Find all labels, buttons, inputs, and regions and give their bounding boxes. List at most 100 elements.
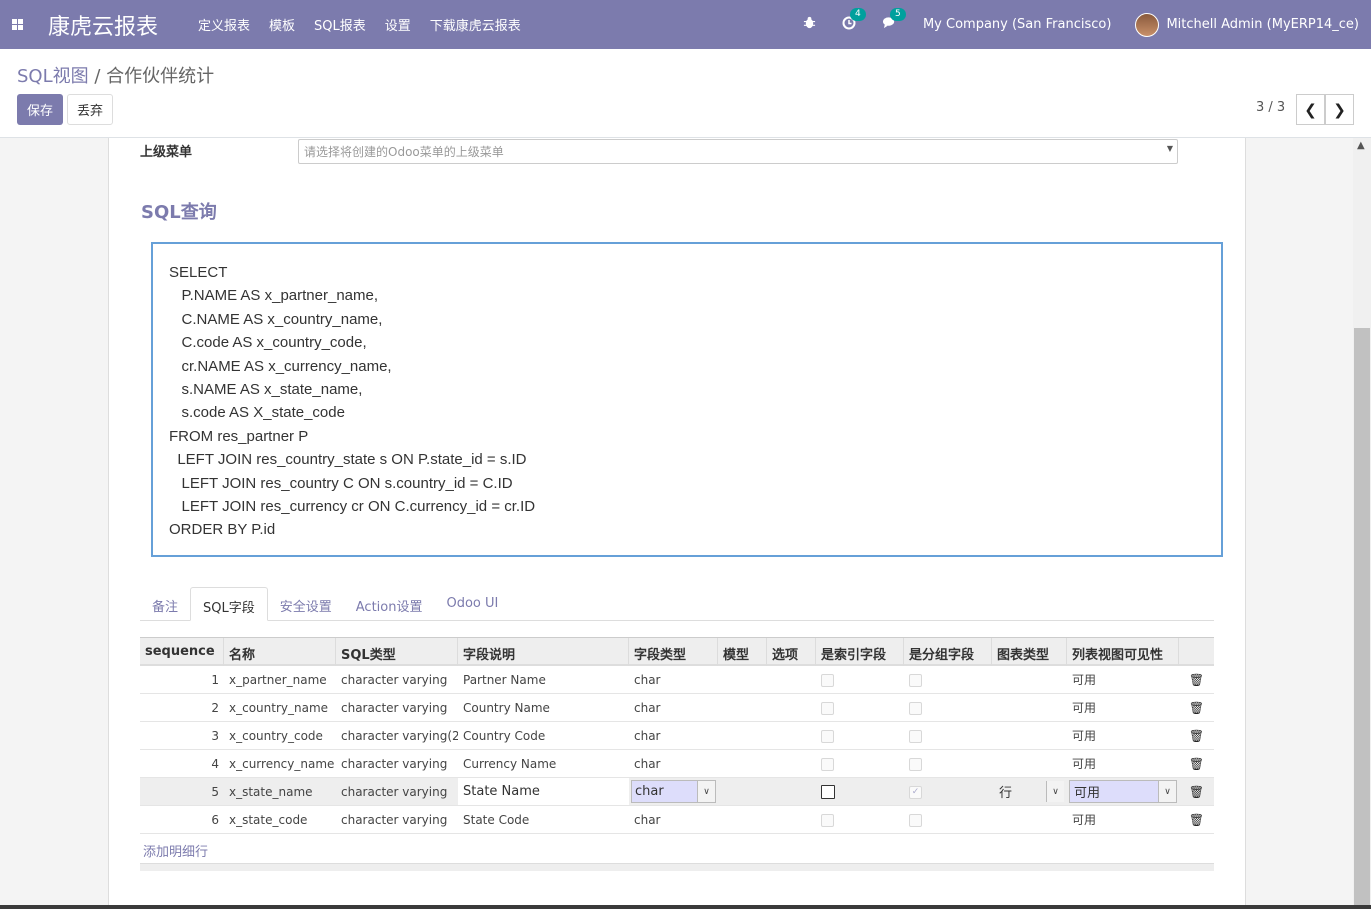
chart-type-select[interactable]: 行 ∨	[994, 780, 1065, 803]
discard-button[interactable]: 丢弃	[67, 94, 113, 125]
tab-notes[interactable]: 备注	[140, 587, 190, 621]
index-checkbox[interactable]	[821, 784, 835, 799]
table-row[interactable]: 1 x_partner_name character varying Partn…	[140, 666, 1214, 694]
pager-prev-button[interactable]: ❮	[1296, 94, 1325, 125]
clock-icon[interactable]: 4	[842, 7, 866, 34]
col-options[interactable]: 选项	[767, 638, 816, 666]
col-field-type[interactable]: 字段类型	[629, 638, 718, 666]
company-switcher[interactable]: My Company (San Francisco)	[923, 17, 1111, 32]
table-row[interactable]: 2 x_country_name character varying Count…	[140, 694, 1214, 722]
cell-visibility: 可用	[1072, 813, 1097, 827]
user-menu[interactable]: Mitchell Admin (MyERP14_ce)	[1166, 17, 1359, 32]
trash-icon[interactable]: 🗑	[1179, 813, 1214, 827]
app-brand[interactable]: 康虎云报表	[48, 9, 158, 41]
description-input[interactable]: State Name	[458, 778, 629, 805]
cell-field-type: char	[634, 700, 661, 715]
table-row[interactable]: 3 x_country_code character varying(2) Co…	[140, 722, 1214, 750]
menu-template[interactable]: 模板	[269, 15, 295, 34]
menu-sql-report[interactable]: SQL报表	[314, 15, 366, 34]
cell-description: Currency Name	[463, 756, 557, 771]
chevron-down-icon: ∨	[1046, 781, 1064, 802]
index-checkbox[interactable]	[821, 673, 834, 687]
group-checkbox[interactable]	[909, 701, 922, 715]
pager-next-button[interactable]: ❯	[1325, 94, 1354, 125]
cell-description: State Code	[463, 812, 530, 827]
trash-icon[interactable]: 🗑	[1179, 729, 1214, 743]
control-panel: SQL视图 / 合作伙伴统计 保存 丢弃 3 / 3 ❮ ❯	[0, 49, 1371, 138]
field-type-select[interactable]: char ∨	[631, 780, 716, 803]
cell-is-group: ✓	[904, 785, 992, 799]
index-checkbox[interactable]	[821, 813, 834, 827]
pager-value[interactable]: 3 / 3	[1256, 100, 1285, 115]
col-name[interactable]: 名称	[224, 638, 336, 666]
menu-settings[interactable]: 设置	[385, 15, 411, 34]
cell-is-index	[816, 813, 904, 827]
tab-odoo-ui[interactable]: Odoo UI	[434, 587, 510, 621]
cell-sql-type: character varying	[341, 672, 448, 687]
cell-is-index	[816, 701, 904, 715]
index-checkbox[interactable]	[821, 729, 834, 743]
col-sql-type[interactable]: SQL类型	[336, 638, 458, 666]
chevron-left-icon: ❮	[1304, 100, 1317, 119]
bug-icon[interactable]	[803, 16, 816, 33]
trash-icon[interactable]: 🗑	[1179, 785, 1214, 799]
col-chart-type[interactable]: 图表类型	[992, 638, 1067, 666]
cell-name: x_currency_name	[229, 756, 335, 771]
chat-icon[interactable]: 5	[882, 8, 906, 33]
col-sequence[interactable]: sequence	[140, 638, 224, 666]
top-navbar: 康虎云报表 定义报表 模板 SQL报表 设置 下载康虎云报表 4 5 My Co…	[0, 0, 1371, 49]
group-checkbox[interactable]	[909, 813, 922, 827]
apps-grid-icon[interactable]	[0, 0, 34, 49]
menu-define-report[interactable]: 定义报表	[198, 15, 250, 34]
col-description[interactable]: 字段说明	[458, 638, 629, 666]
cell-sql-type: character varying	[341, 756, 448, 771]
cell-name: x_state_code	[229, 812, 308, 827]
tab-security[interactable]: 安全设置	[268, 587, 344, 621]
avatar[interactable]	[1135, 12, 1160, 37]
index-checkbox[interactable]	[821, 757, 834, 771]
sql-section-title: SQL查询	[141, 202, 217, 223]
col-list-visibility[interactable]: 列表视图可见性	[1067, 638, 1179, 666]
group-checkbox[interactable]	[909, 673, 922, 687]
col-is-group[interactable]: 是分组字段	[904, 638, 992, 666]
save-button[interactable]: 保存	[17, 94, 63, 125]
notebook-tabs: 备注 SQL字段 安全设置 Action设置 Odoo UI	[140, 587, 1214, 621]
cell-is-group	[904, 757, 992, 771]
col-model[interactable]: 模型	[718, 638, 767, 666]
cell-is-index	[816, 673, 904, 687]
cell-visibility: 可用 ∨	[1067, 780, 1179, 803]
menu-download[interactable]: 下载康虎云报表	[430, 15, 521, 34]
visibility-select[interactable]: 可用 ∨	[1069, 780, 1177, 803]
group-checkbox-checked[interactable]: ✓	[909, 785, 922, 799]
trash-icon[interactable]: 🗑	[1179, 701, 1214, 715]
chevron-down-icon: ∨	[697, 781, 715, 802]
tab-sql-fields[interactable]: SQL字段	[190, 587, 268, 621]
index-checkbox[interactable]	[821, 701, 834, 715]
col-delete	[1179, 638, 1214, 666]
scroll-up-icon[interactable]: ▲	[1357, 140, 1365, 151]
parent-menu-select[interactable]: 请选择将创建的Odoo菜单的上级菜单 ▼	[298, 139, 1178, 164]
table-row[interactable]: 4 x_currency_name character varying Curr…	[140, 750, 1214, 778]
add-line-link[interactable]: 添加明细行	[143, 841, 208, 860]
scrollbar-thumb[interactable]	[1354, 328, 1370, 909]
tab-action[interactable]: Action设置	[344, 587, 435, 621]
cell-name: x_country_name	[229, 700, 329, 715]
trash-icon[interactable]: 🗑	[1179, 757, 1214, 771]
cell-sql-type: character varying	[341, 700, 448, 715]
bottom-edge	[0, 905, 1371, 909]
parent-menu-label: 上级菜单	[140, 145, 193, 160]
cell-description: Partner Name	[463, 672, 546, 687]
cell-sql-type: character varying	[341, 784, 448, 799]
table-row[interactable]: 6 x_state_code character varying State C…	[140, 806, 1214, 834]
message-count-badge: 5	[889, 8, 906, 21]
cell-visibility: 可用	[1072, 673, 1097, 687]
group-checkbox[interactable]	[909, 729, 922, 743]
cell-field-type: char ∨	[629, 780, 718, 803]
table-row-editing[interactable]: 5 x_state_name character varying State N…	[140, 778, 1214, 806]
col-is-index[interactable]: 是索引字段	[816, 638, 904, 666]
trash-icon[interactable]: 🗑	[1179, 673, 1214, 687]
group-checkbox[interactable]	[909, 757, 922, 771]
chart-type-value: 行	[999, 786, 1013, 801]
breadcrumb-parent[interactable]: SQL视图	[17, 66, 89, 87]
sql-query-editor[interactable]: SELECT P.NAME AS x_partner_name, C.NAME …	[151, 242, 1223, 557]
